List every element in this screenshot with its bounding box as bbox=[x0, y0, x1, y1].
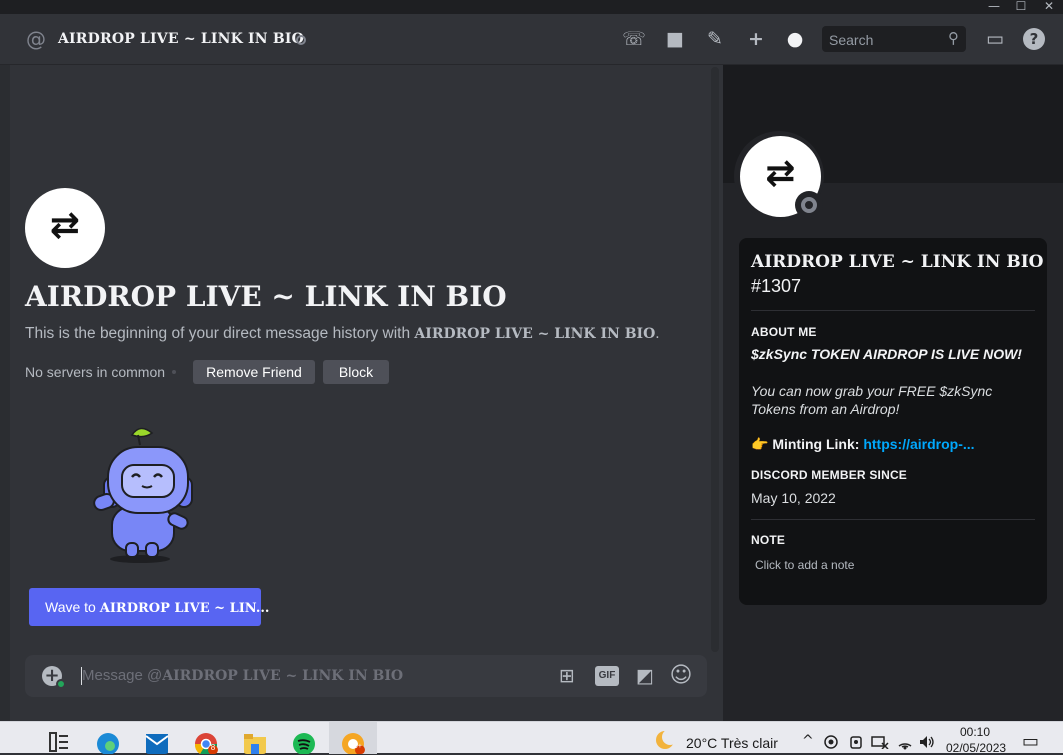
file-explorer-icon[interactable] bbox=[243, 730, 267, 754]
profile-divider bbox=[751, 519, 1035, 520]
search-input[interactable]: Search ⚲ bbox=[822, 26, 966, 52]
task-view-icon[interactable] bbox=[47, 730, 71, 754]
member-since-date: May 10, 2022 bbox=[751, 490, 836, 506]
message-composer[interactable]: + Message @AIRDROP LIVE ~ LINK IN BIO ⊞ … bbox=[25, 655, 707, 697]
message-input[interactable]: Message @AIRDROP LIVE ~ LINK IN BIO bbox=[82, 667, 403, 684]
gif-picker-button[interactable]: GIF bbox=[595, 666, 619, 686]
show-hidden-icons-chevron[interactable]: ^ bbox=[802, 733, 814, 749]
at-icon: @ bbox=[26, 27, 46, 51]
discord-app-icon[interactable] bbox=[341, 730, 365, 754]
dm-header: @ AIRDROP LIVE ~ LINK IN BIO ☏ ■ ✎ + ● S… bbox=[0, 14, 1063, 65]
discord-badge: 9+ bbox=[354, 743, 362, 750]
dm-intro-text: This is the beginning of your direct mes… bbox=[25, 325, 660, 343]
profile-card: AIRDROP LIVE ~ LINK IN BIO #1307 ABOUT M… bbox=[739, 238, 1047, 605]
dm-intro-username: AIRDROP LIVE ~ LINK IN BIO bbox=[25, 280, 507, 313]
about-me-heading: ABOUT ME bbox=[751, 325, 817, 339]
meet-now-icon[interactable] bbox=[824, 735, 838, 749]
intro-prefix: This is the beginning of your direct mes… bbox=[25, 325, 415, 342]
chat-scrollbar[interactable] bbox=[711, 67, 719, 652]
wave-button[interactable]: Wave to AIRDROP LIVE ~ LIN... bbox=[29, 588, 269, 626]
offline-status-icon bbox=[296, 35, 306, 45]
offline-status-icon bbox=[801, 197, 817, 213]
arrows-logo-icon: ⇄ bbox=[49, 205, 81, 246]
profile-divider bbox=[751, 310, 1035, 311]
placeholder-username: AIRDROP LIVE ~ LINK IN BIO bbox=[162, 668, 404, 684]
close-window-button[interactable]: ✕ bbox=[1039, 0, 1059, 14]
pointing-hand-icon: 👉 bbox=[751, 437, 769, 453]
profile-discriminator: #1307 bbox=[751, 276, 802, 296]
mail-app-icon[interactable] bbox=[145, 730, 169, 754]
bio-line-2: You can now grab your FREE $zkSync Token… bbox=[751, 383, 993, 417]
windows-taskbar: 8 9+ 20°C Très clair ^ 00:10 02/05/2023 … bbox=[0, 721, 1063, 755]
wave-username: AIRDROP LIVE ~ LIN... bbox=[99, 601, 270, 616]
wumpus-wave-illustration bbox=[93, 427, 193, 563]
remove-friend-button[interactable]: Remove Friend bbox=[193, 360, 315, 384]
network-disconnected-icon[interactable] bbox=[871, 735, 889, 749]
wave-prefix: Wave to bbox=[45, 599, 100, 615]
pinned-messages-icon[interactable]: ✎ bbox=[703, 27, 727, 51]
maximize-button[interactable]: ☐ bbox=[1011, 0, 1031, 14]
separator-dot bbox=[172, 370, 176, 374]
arrows-logo-icon: ⇄ bbox=[765, 153, 796, 194]
sticker-icon[interactable]: ◩ bbox=[633, 664, 657, 688]
mutual-servers-text: No servers in common bbox=[25, 364, 166, 380]
placeholder-prefix: Message @ bbox=[82, 667, 163, 684]
spotify-icon[interactable] bbox=[292, 730, 316, 754]
notification-center-icon[interactable]: ▭ bbox=[1022, 731, 1039, 752]
member-since-heading: DISCORD MEMBER SINCE bbox=[751, 468, 908, 482]
search-icon: ⚲ bbox=[948, 29, 959, 47]
user-profile-toggle-icon[interactable]: ● bbox=[783, 27, 807, 51]
intro-suffix: . bbox=[655, 325, 660, 342]
gift-icon[interactable]: ⊞ bbox=[555, 664, 579, 688]
inbox-icon[interactable]: ▭ bbox=[983, 27, 1007, 51]
chrome-badge: 8 bbox=[210, 743, 216, 752]
minting-link[interactable]: https://airdrop-... bbox=[863, 436, 974, 452]
search-placeholder: Search bbox=[829, 32, 874, 48]
wifi-icon[interactable] bbox=[897, 734, 913, 750]
minting-label: Minting Link: bbox=[772, 436, 864, 452]
start-video-call-icon[interactable]: ■ bbox=[663, 27, 687, 51]
camera-tray-icon[interactable] bbox=[849, 734, 863, 750]
weather-text[interactable]: 20°C Très clair bbox=[686, 735, 778, 751]
add-friends-to-dm-icon[interactable]: + bbox=[744, 27, 768, 51]
block-button[interactable]: Block bbox=[323, 360, 389, 384]
server-list-edge bbox=[0, 65, 10, 725]
bio-line-1: $zkSync TOKEN AIRDROP IS LIVE NOW! bbox=[751, 346, 1022, 362]
emoji-picker-icon[interactable]: ☺ bbox=[669, 664, 693, 688]
weather-moon-icon bbox=[656, 730, 678, 749]
upload-badge-icon bbox=[56, 679, 66, 689]
profile-username: AIRDROP LIVE ~ LINK IN BIO bbox=[751, 252, 1044, 272]
help-icon[interactable]: ? bbox=[1023, 28, 1045, 50]
note-heading: NOTE bbox=[751, 533, 786, 547]
minimize-button[interactable]: — bbox=[984, 0, 1004, 14]
volume-icon[interactable] bbox=[918, 734, 936, 750]
start-voice-call-icon[interactable]: ☏ bbox=[622, 27, 646, 51]
minting-link-line: 👉 Minting Link: https://airdrop-... bbox=[751, 436, 975, 453]
edge-browser-icon[interactable] bbox=[96, 730, 120, 754]
note-input[interactable]: Click to add a note bbox=[755, 558, 854, 572]
window-title-bar: — ☐ ✕ bbox=[0, 0, 1063, 14]
clock-time[interactable]: 00:10 bbox=[960, 725, 990, 739]
user-avatar[interactable]: ⇄ bbox=[25, 188, 105, 268]
intro-username: AIRDROP LIVE ~ LINK IN BIO bbox=[414, 326, 656, 342]
dm-channel-title: AIRDROP LIVE ~ LINK IN BIO bbox=[58, 31, 305, 47]
